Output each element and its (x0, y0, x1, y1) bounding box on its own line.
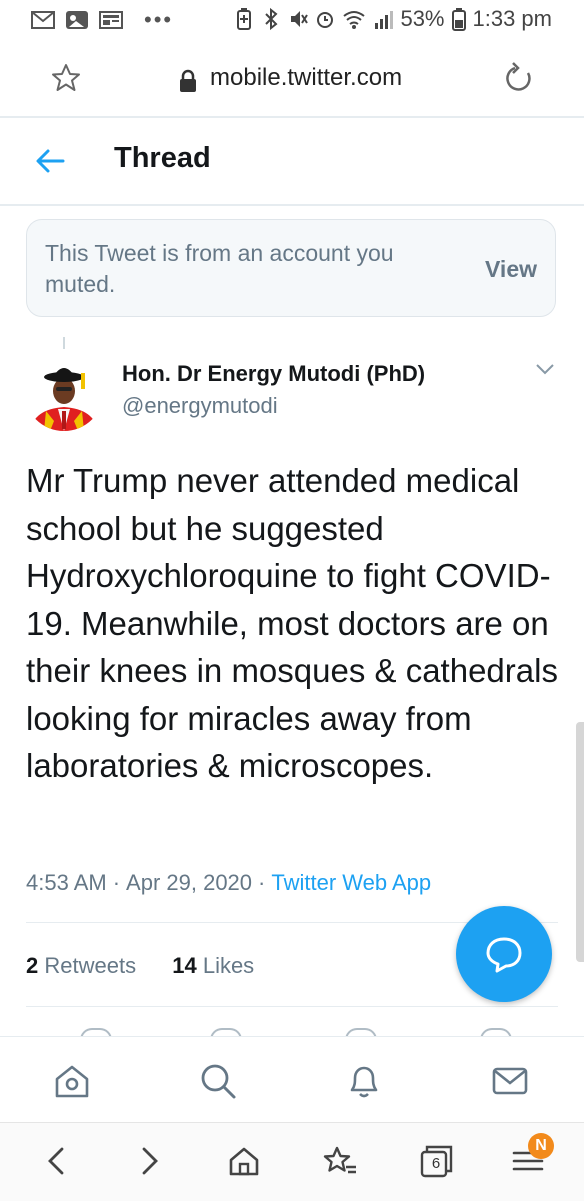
battery-percent: 53% (400, 6, 445, 31)
status-bar: ••• 53% 1:33 pm (0, 0, 584, 42)
tweet-date[interactable]: Apr 29, 2020 (126, 870, 252, 895)
reload-icon[interactable] (502, 62, 536, 96)
twitter-bottom-nav (0, 1036, 584, 1121)
more-notifications: ••• (144, 7, 174, 32)
back-arrow-icon[interactable] (34, 146, 66, 176)
bookmark-star-icon[interactable] (50, 62, 82, 94)
tweet-text: Mr Trump never attended medical school b… (26, 462, 558, 784)
search-icon[interactable] (198, 1061, 238, 1101)
view-button[interactable]: View (485, 256, 537, 283)
meta-separator: · (112, 870, 121, 895)
home-icon[interactable] (224, 1141, 264, 1181)
tweet-meta: 4:53 AM · Apr 29, 2020 · Twitter Web App (26, 870, 431, 896)
mail-icon[interactable] (490, 1061, 530, 1101)
system-icons: 53% 1:33 pm (234, 6, 552, 32)
like-count: 14 (172, 953, 197, 978)
battery-icon (451, 8, 466, 31)
browser-url-bar: mobile.twitter.com (0, 42, 584, 116)
reply-button[interactable] (456, 906, 552, 1002)
back-icon[interactable] (36, 1141, 76, 1181)
likes-stat[interactable]: 14 Likes (172, 953, 254, 978)
battery-saver-icon (237, 8, 252, 30)
clock: 1:33 pm (472, 6, 553, 31)
retweet-label: Retweets (44, 953, 137, 978)
notification-icons: ••• (30, 8, 173, 32)
alarm-icon (317, 12, 334, 28)
tab-count: 6 (431, 1155, 441, 1172)
browser-bottom-nav: 6 (0, 1122, 584, 1201)
home-icon[interactable] (52, 1061, 92, 1101)
thread-header: Thread (0, 118, 584, 204)
like-label: Likes (202, 953, 255, 978)
thread-connector-line (63, 337, 65, 349)
gallery-icon (66, 11, 88, 29)
scrollbar[interactable] (576, 722, 584, 962)
avatar[interactable] (24, 351, 104, 431)
page-title: Thread (114, 142, 211, 174)
retweets-stat[interactable]: 2 Retweets (26, 953, 136, 978)
bookmarks-icon[interactable] (320, 1141, 360, 1181)
gmail-icon (31, 11, 55, 29)
muted-account-notice: This Tweet is from an account you muted.… (26, 219, 556, 317)
author-handle[interactable]: @energymutodi (122, 393, 278, 419)
muted-notice-text: This Tweet is from an account you muted. (45, 240, 394, 297)
reply-bubble-icon (486, 937, 522, 973)
forward-icon[interactable] (130, 1141, 170, 1181)
lock-icon (180, 69, 196, 92)
news-icon (99, 11, 123, 29)
bluetooth-icon (265, 7, 278, 31)
author-name[interactable]: Hon. Dr Energy Mutodi (PhD) (122, 361, 425, 387)
tweet-stats: 2 Retweets 14 Likes (26, 953, 254, 979)
tabs-button[interactable]: 6 (416, 1141, 456, 1181)
bell-icon[interactable] (344, 1061, 384, 1101)
signal-icon (375, 11, 394, 29)
chevron-down-icon[interactable] (534, 360, 556, 378)
divider (26, 1006, 558, 1007)
url-text[interactable]: mobile.twitter.com (210, 64, 402, 92)
tweet-source[interactable]: Twitter Web App (271, 870, 431, 895)
divider (0, 204, 584, 206)
retweet-count: 2 (26, 953, 39, 978)
menu-notification-badge: N (528, 1133, 554, 1159)
tweet-time[interactable]: 4:53 AM (26, 870, 107, 895)
meta-separator: · (258, 870, 266, 895)
wifi-icon (343, 11, 366, 29)
mute-icon (291, 11, 309, 27)
